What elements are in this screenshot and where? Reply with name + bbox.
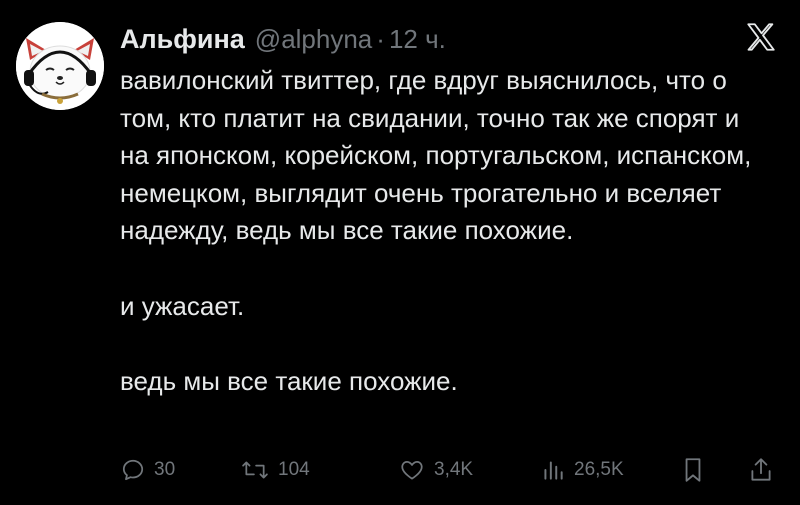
bookmark-button[interactable] (680, 452, 706, 488)
like-count: 3,4K (434, 459, 474, 480)
separator-dot: · (376, 24, 385, 54)
display-name[interactable]: Альфина (120, 24, 245, 55)
views-count: 26,5K (574, 459, 624, 480)
heart-icon (398, 457, 426, 483)
bookmark-icon (680, 456, 706, 484)
tweet: Альфина @alphyna · 12 ч. вавилонский тви… (0, 0, 800, 505)
user-handle[interactable]: @alphyna (255, 24, 372, 55)
reply-icon (120, 457, 146, 483)
share-button[interactable] (748, 452, 774, 488)
retweet-button[interactable]: 104 (240, 452, 310, 488)
views-button[interactable]: 26,5K (540, 452, 624, 488)
retweet-count: 104 (278, 459, 310, 480)
x-logo-icon (744, 20, 778, 54)
action-bar: 30 104 3,4K 26,5K (120, 452, 780, 488)
tweet-text: вавилонский твиттер, где вдруг выяснилос… (120, 62, 770, 401)
tweet-paragraph-3: ведь мы все такие похожие. (120, 366, 458, 396)
tweet-paragraph-2: и ужасает. (120, 290, 245, 321)
retweet-icon (240, 457, 270, 483)
avatar[interactable] (16, 22, 104, 110)
share-icon (748, 456, 774, 484)
like-button[interactable]: 3,4K (398, 452, 473, 488)
reply-count: 30 (154, 459, 176, 480)
avatar-dog-image (16, 22, 104, 110)
tweet-header: Альфина @alphyna · 12 ч. (120, 24, 446, 60)
timestamp[interactable]: 12 ч. (389, 24, 446, 55)
reply-button[interactable]: 30 (120, 452, 175, 488)
views-icon (540, 457, 566, 483)
tweet-paragraph-1: вавилонский твиттер, где вдруг выяснилос… (120, 65, 752, 245)
